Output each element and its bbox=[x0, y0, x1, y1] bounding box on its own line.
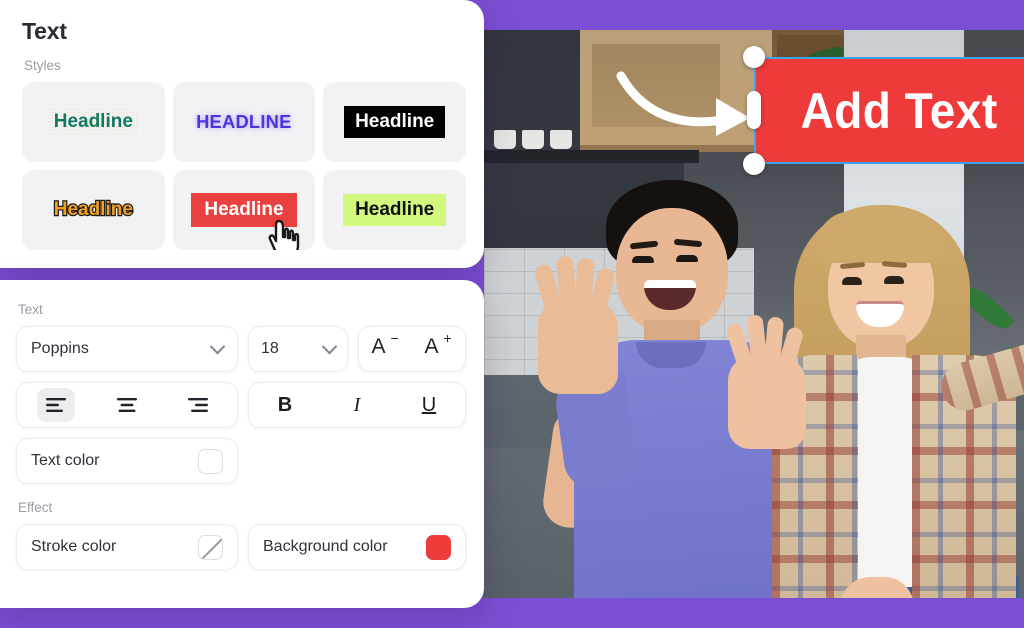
effect-group-label: Effect bbox=[18, 500, 53, 515]
stroke-color-picker[interactable]: Stroke color bbox=[16, 524, 238, 570]
style-preview-label: HEADLINE bbox=[196, 111, 292, 132]
font-family-value: Poppins bbox=[31, 340, 89, 357]
text-color-label: Text color bbox=[31, 452, 100, 469]
decrease-font-letter: A bbox=[371, 335, 386, 358]
underline-button[interactable]: U bbox=[409, 388, 449, 422]
text-color-picker[interactable]: Text color bbox=[16, 438, 238, 484]
font-size-stepper: A − A + bbox=[358, 326, 466, 372]
align-left-icon bbox=[46, 398, 67, 412]
text-group-label: Text bbox=[18, 302, 43, 317]
style-card-lime-box[interactable]: Headline bbox=[323, 170, 466, 250]
canvas-text-object[interactable]: Add Text bbox=[743, 46, 1024, 175]
stroke-color-label: Stroke color bbox=[31, 538, 117, 555]
resize-handle-top-left[interactable] bbox=[743, 46, 765, 68]
align-center-icon bbox=[116, 398, 137, 412]
style-preview-label: Headline bbox=[47, 108, 139, 136]
resize-handle-left[interactable] bbox=[747, 91, 761, 129]
background-color-picker[interactable]: Background color bbox=[248, 524, 466, 570]
styles-group-label: Styles bbox=[24, 58, 61, 73]
increase-font-size-button[interactable]: A + bbox=[417, 330, 461, 366]
text-color-swatch[interactable] bbox=[198, 448, 223, 474]
format-row: B I U bbox=[16, 382, 466, 428]
effect-row: Stroke color Background color bbox=[16, 524, 466, 570]
align-right-button[interactable] bbox=[179, 388, 217, 422]
align-center-button[interactable] bbox=[108, 388, 146, 422]
italic-button[interactable]: I bbox=[337, 388, 377, 422]
increase-font-sign: + bbox=[443, 330, 452, 346]
background-color-label: Background color bbox=[263, 538, 388, 555]
style-card-dotted-teal[interactable]: Headline bbox=[22, 82, 165, 162]
background-color-swatch[interactable] bbox=[426, 534, 451, 560]
font-size-value: 18 bbox=[261, 340, 279, 357]
page-title: Text bbox=[22, 18, 67, 44]
font-family-select[interactable]: Poppins bbox=[16, 326, 238, 372]
align-left-button[interactable] bbox=[37, 388, 76, 422]
increase-font-letter: A bbox=[424, 335, 439, 358]
style-preview-label: Headline bbox=[344, 106, 446, 138]
style-card-black-box[interactable]: Headline bbox=[323, 82, 466, 162]
decrease-font-size-button[interactable]: A − bbox=[364, 330, 408, 366]
text-color-row: Text color bbox=[16, 438, 466, 484]
text-align-group bbox=[16, 382, 238, 428]
chevron-down-icon bbox=[209, 338, 226, 354]
text-object-label: Add Text bbox=[800, 82, 998, 139]
styles-grid: Headline HEADLINE Headline Headline Head… bbox=[22, 82, 466, 250]
font-size-select[interactable]: 18 bbox=[248, 326, 348, 372]
text-properties-panel: Text Poppins 18 A − A + B I U Text color… bbox=[0, 280, 484, 608]
pointer-arrow-annotation bbox=[616, 71, 750, 136]
text-style-group: B I U bbox=[248, 382, 466, 428]
style-preview-label: Headline bbox=[343, 194, 447, 226]
chevron-down-icon bbox=[321, 338, 338, 354]
text-styles-panel: Text Styles Headline HEADLINE Headline H… bbox=[0, 0, 484, 268]
font-row: Poppins 18 A − A + bbox=[16, 326, 466, 372]
decrease-font-sign: − bbox=[390, 330, 399, 346]
style-card-orange-stroke[interactable]: Headline bbox=[22, 170, 165, 250]
stroke-color-swatch[interactable] bbox=[198, 534, 223, 560]
bold-button[interactable]: B bbox=[265, 388, 305, 422]
style-card-red-box[interactable]: Headline bbox=[172, 170, 316, 250]
hand-cursor-icon bbox=[268, 219, 299, 250]
resize-handle-bottom-left[interactable] bbox=[743, 153, 765, 175]
align-right-icon bbox=[187, 398, 208, 412]
style-card-glow-purple[interactable]: HEADLINE bbox=[172, 82, 316, 162]
text-object-body[interactable]: Add Text bbox=[754, 57, 1024, 164]
style-preview-label: Headline bbox=[53, 198, 135, 221]
